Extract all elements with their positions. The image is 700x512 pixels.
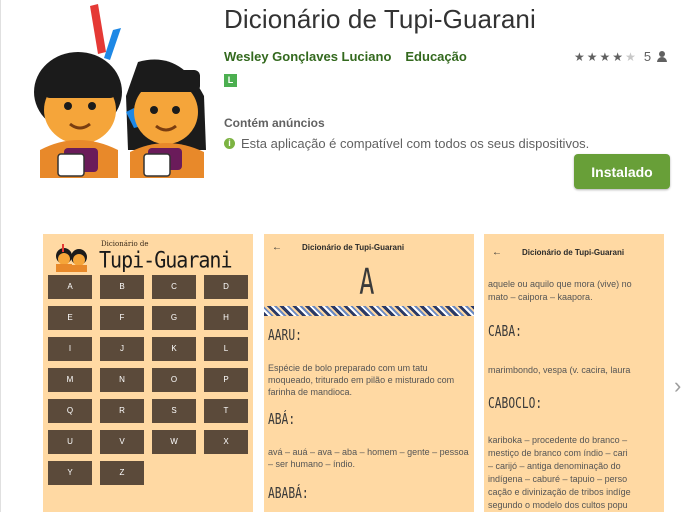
star-icon: ★ — [586, 49, 598, 64]
entry-headword: CABOCLO: — [488, 394, 543, 412]
rating-count: 5 — [643, 49, 652, 64]
letter-key: Q — [48, 399, 92, 423]
letter-key: S — [152, 399, 196, 423]
letter-key: V — [100, 430, 144, 454]
info-icon: i — [224, 138, 235, 149]
entry-line: indígena – caburé – tapuio – perso — [488, 474, 628, 484]
appbar-title: Dicionário de Tupi-Guarani — [522, 247, 625, 257]
letter-key: O — [152, 368, 196, 392]
chevron-right-icon[interactable]: › — [674, 375, 686, 397]
letter-key: R — [100, 399, 144, 423]
letter-key: F — [100, 306, 144, 330]
entry-line: segundo o modelo dos cultos popu — [488, 500, 628, 510]
letter-key: I — [48, 337, 92, 361]
appbar-title: Dicionário de Tupi-Guarani — [302, 242, 405, 252]
letter-key: P — [204, 368, 248, 392]
letter-key: Z — [100, 461, 144, 485]
person-icon — [657, 51, 668, 62]
developer-link[interactable]: Wesley Gonçlaves Luciano — [224, 49, 391, 64]
letter-key: G — [152, 306, 196, 330]
screenshot-header: Dicionário de Tupi-Guarani — [43, 234, 253, 274]
entry-headword: AARU: — [268, 326, 302, 344]
decorative-pattern — [264, 306, 474, 316]
letter-key: H — [204, 306, 248, 330]
screenshot-1[interactable]: Dicionário de Tupi-Guarani A B C D E F G… — [43, 234, 253, 512]
letter-key: W — [152, 430, 196, 454]
entry-headword: ABÁ: — [268, 410, 296, 428]
entry-line: kariboka – procedente do branco – — [488, 435, 628, 445]
install-button[interactable]: Instalado — [574, 154, 670, 189]
letter-key: D — [204, 275, 248, 299]
screenshot-2[interactable]: ← Dicionário de Tupi-Guarani A AARU: Esp… — [264, 234, 474, 512]
screenshot-title: Tupi-Guarani — [99, 246, 232, 274]
app-meta: Wesley Gonçlaves Luciano Educação — [224, 49, 467, 64]
entry-definition: avá – auá – ava – aba – homem – gente – … — [268, 447, 469, 469]
entry-headword: CABA: — [488, 322, 522, 340]
ads-label: Contém anúncios — [224, 116, 325, 130]
category-link[interactable]: Educação — [405, 49, 466, 64]
letter-key: J — [100, 337, 144, 361]
entry-definition: Espécie de bolo preparado com um tatu mo… — [268, 363, 455, 397]
entry-line: mato – caipora – kaapora. — [488, 292, 593, 302]
star-icon: ★ — [574, 49, 585, 64]
back-arrow-icon: ← — [272, 241, 282, 253]
app-title: Dicionário de Tupi-Guarani — [224, 4, 536, 34]
letter-key: X — [204, 430, 248, 454]
content-rating-badge: L — [224, 74, 237, 87]
letter-grid: A B C D E F G H I J K L M N O P Q R S T … — [48, 275, 248, 485]
app-icon — [34, 4, 206, 178]
section-letter: A — [359, 262, 375, 303]
letter-key: N — [100, 368, 144, 392]
screenshot-3[interactable]: ← Dicionário de Tupi-Guarani aquele ou a… — [484, 234, 664, 512]
entry-headword: ABABÁ: — [268, 484, 309, 502]
entry-line: cação e divinização de tribos indíge — [488, 487, 631, 497]
compatibility-text: Esta aplicação é compatível com todos os… — [241, 136, 590, 151]
screenshot-appbar: ← Dicionário de Tupi-Guarani — [264, 234, 404, 260]
letter-key: Y — [48, 461, 92, 485]
star-empty-icon: ★ — [625, 49, 636, 64]
entry-line: marimbondo, vespa (v. cacira, laura — [488, 365, 631, 375]
letter-key: K — [152, 337, 196, 361]
screenshot-appbar: ← Dicionário de Tupi-Guarani — [484, 234, 624, 270]
entry-line: mestiço de branco com índio – cari — [488, 448, 628, 458]
letter-key: C — [152, 275, 196, 299]
letter-key: A — [48, 275, 92, 299]
letter-key: T — [204, 399, 248, 423]
entry-line: aquele ou aquilo que mora (vive) no — [488, 279, 632, 289]
star-icon: ★ — [612, 49, 624, 64]
letter-key: M — [48, 368, 92, 392]
kids-logo-icon — [56, 244, 87, 272]
back-arrow-icon: ← — [492, 246, 502, 258]
letter-key: U — [48, 430, 92, 454]
letter-key: E — [48, 306, 92, 330]
star-icon: ★ — [599, 49, 611, 64]
compatibility-notice: i Esta aplicação é compatível com todos … — [224, 136, 589, 151]
letter-key: L — [204, 337, 248, 361]
letter-key: B — [100, 275, 144, 299]
entry-line: – carijó – antiga denominação do — [488, 461, 621, 471]
rating: ★ ★ ★ ★ ★ 5 — [574, 49, 668, 64]
